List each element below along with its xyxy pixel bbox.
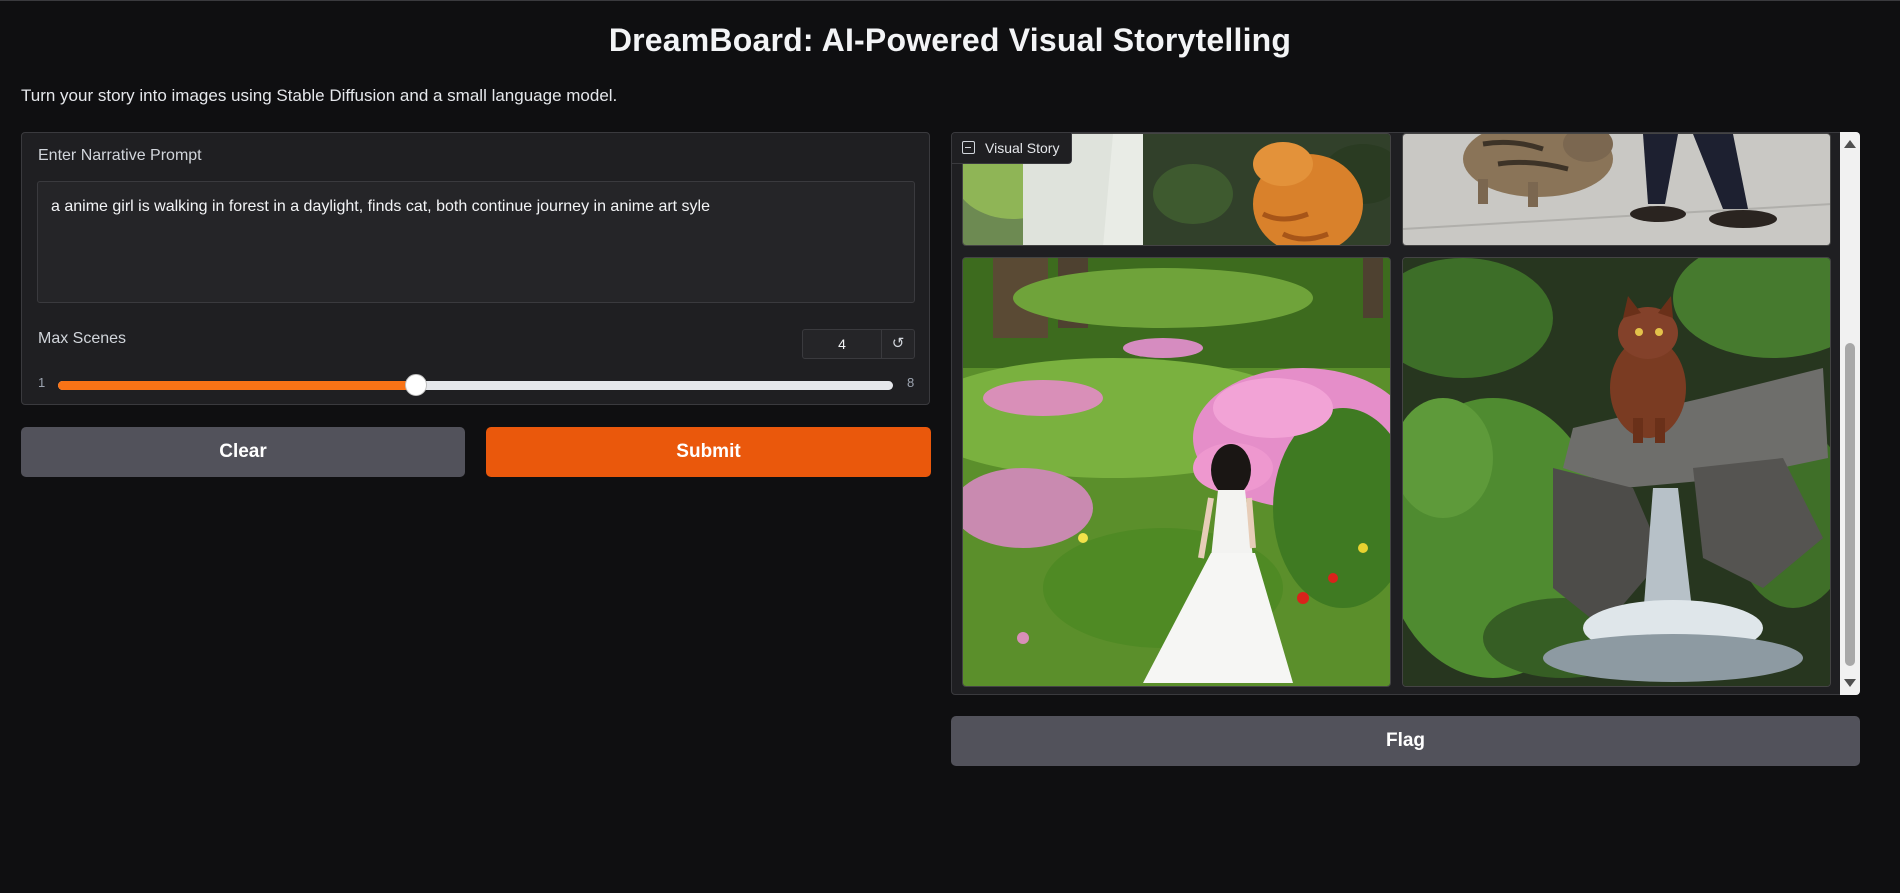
gallery-label-text: Visual Story [985, 140, 1060, 156]
slider-max-label: 8 [907, 375, 915, 390]
clear-button[interactable]: Clear [21, 427, 465, 477]
slider-thumb[interactable] [404, 374, 427, 396]
flag-button[interactable]: Flag [951, 716, 1860, 766]
gallery-scrollbar[interactable] [1840, 132, 1860, 695]
image-icon [962, 141, 975, 154]
narrative-prompt-input[interactable]: a anime girl is walking in forest in a d… [37, 181, 915, 303]
gallery-image-2-graphic [1403, 134, 1830, 245]
gallery-image-4-graphic [1403, 258, 1830, 686]
max-scenes-number-input[interactable]: 4 [802, 329, 882, 359]
slider-fill [58, 381, 416, 390]
scroll-down-arrow-icon[interactable] [1844, 679, 1856, 687]
scroll-up-arrow-icon[interactable] [1844, 140, 1856, 148]
submit-button[interactable]: Submit [486, 427, 931, 477]
max-scenes-slider[interactable] [58, 374, 893, 396]
slider-min-label: 1 [38, 375, 46, 390]
page-description: Turn your story into images using Stable… [21, 86, 618, 105]
gallery-image-3[interactable] [962, 257, 1391, 687]
visual-story-gallery: Visual Story [951, 132, 1860, 695]
gallery-image-4[interactable] [1402, 257, 1831, 687]
gallery-label: Visual Story [952, 133, 1073, 164]
input-panel: Enter Narrative Prompt a anime girl is w… [21, 132, 930, 405]
gallery-image-2[interactable] [1402, 133, 1831, 246]
page-title: DreamBoard: AI-Powered Visual Storytelli… [608, 22, 1292, 58]
reset-icon[interactable]: ↺ [881, 329, 915, 359]
scroll-thumb[interactable] [1845, 343, 1855, 666]
gallery-image-3-graphic [963, 258, 1390, 686]
prompt-label: Enter Narrative Prompt [38, 147, 202, 164]
max-scenes-label: Max Scenes [38, 330, 127, 347]
top-border [0, 0, 1900, 1]
